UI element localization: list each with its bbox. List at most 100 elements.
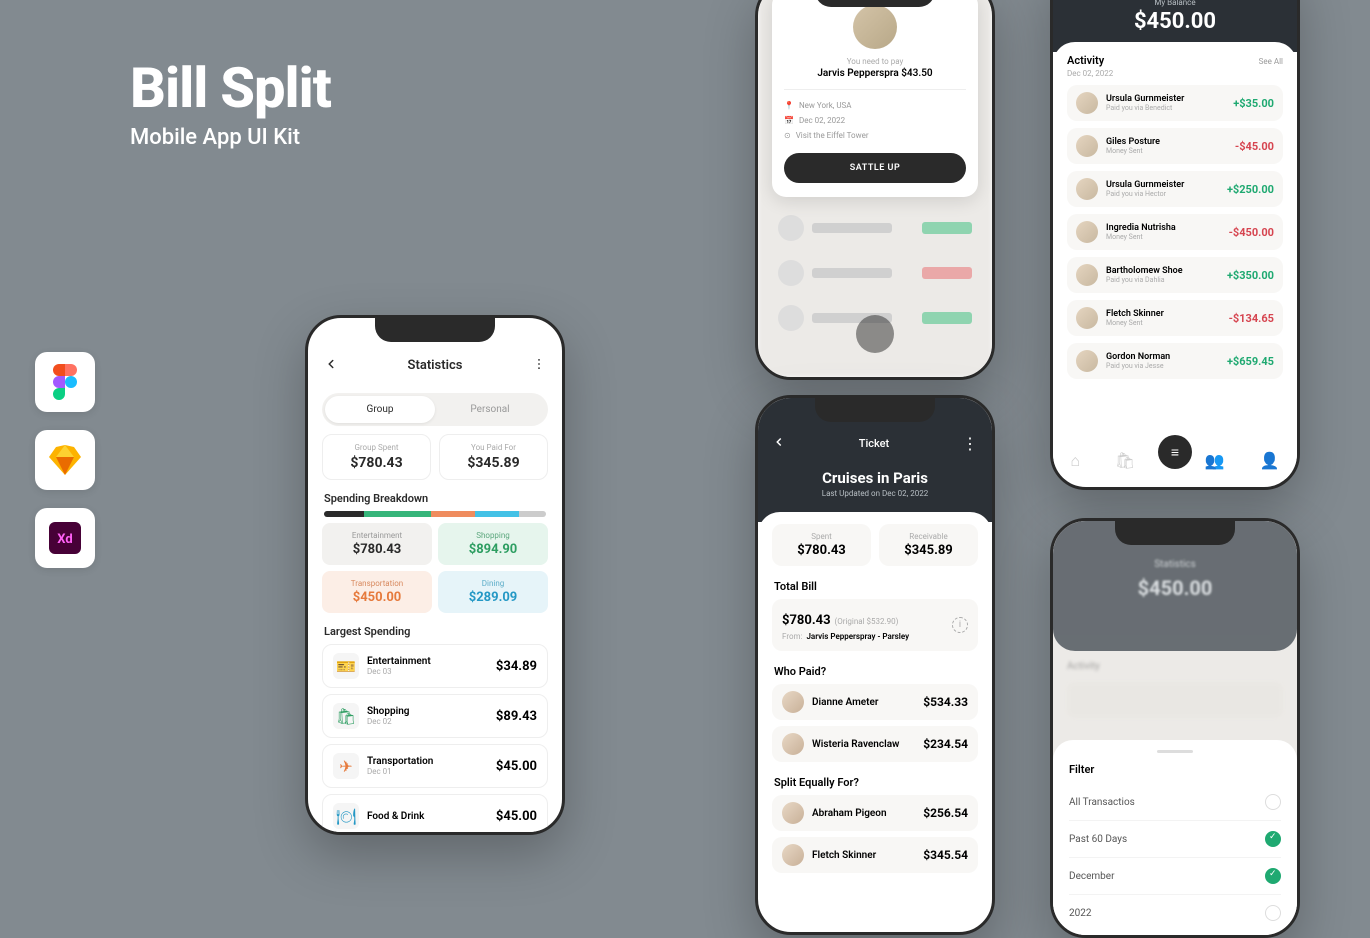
phone-notch — [1115, 521, 1235, 545]
from-name: Jarvis Pepperspray - Parsley — [806, 632, 909, 641]
more-icon[interactable]: ⋮ — [962, 434, 978, 453]
avatar — [1076, 221, 1098, 243]
avatar — [782, 844, 804, 866]
transportation-icon: ✈ — [333, 753, 359, 779]
avatar — [853, 5, 897, 49]
more-icon[interactable] — [532, 356, 546, 375]
fab-add[interactable] — [856, 315, 894, 353]
figma-badge — [35, 352, 95, 412]
activity-label: Activity — [1067, 54, 1104, 67]
avatar — [782, 733, 804, 755]
you-paid-card: You Paid For $345.89 — [439, 434, 548, 480]
settle-up-button[interactable]: SATTLE UP — [784, 153, 966, 183]
phone-activity: Statistics ⋮ My Balance $450.00 Activity… — [1050, 0, 1300, 490]
total-bill-card: $780.43 (Original $532.90) From:Jarvis P… — [772, 599, 978, 651]
hero-subtitle: Mobile App UI Kit — [130, 125, 331, 150]
location-icon: 📍 — [784, 101, 794, 110]
shopping-icon: 🛍 — [333, 703, 359, 729]
tab-switcher: Group Personal — [322, 393, 548, 426]
breakdown-title: Spending Breakdown — [324, 492, 546, 505]
food-icon: 🍽 — [333, 803, 359, 829]
radio-icon — [1265, 831, 1281, 847]
hero-heading: Bill Split — [130, 55, 331, 121]
phone-settle-up: You need to pay Jarvis Pepperspra $43.50… — [755, 0, 995, 380]
split-label: Split Equally For? — [774, 776, 976, 789]
see-all-link[interactable]: See All — [1259, 57, 1283, 66]
balance-label: My Balance — [1067, 0, 1283, 7]
receivable-card: Receivable$345.89 — [879, 524, 978, 566]
sheet-handle[interactable] — [1157, 750, 1193, 753]
avatar — [782, 691, 804, 713]
avatar — [1076, 350, 1098, 372]
activity-item[interactable]: Fletch SkinnerMoney Sent-$134.65 — [1067, 300, 1283, 336]
radio-icon — [1265, 905, 1281, 921]
home-icon[interactable]: ⌂ — [1070, 451, 1080, 471]
trip-name: Cruises in Paris — [772, 469, 978, 487]
avatar — [782, 802, 804, 824]
phone-notch — [375, 318, 495, 342]
activity-item[interactable]: Ingredia NutrishaMoney Sent-$450.00 — [1067, 214, 1283, 250]
category-dining[interactable]: Dining$289.09 — [438, 571, 548, 613]
profile-icon[interactable]: 👤 — [1260, 451, 1280, 471]
page-title: Ticket — [859, 437, 889, 450]
activity-item[interactable]: Gordon NormanPaid you via Jesse+$659.45 — [1067, 343, 1283, 379]
activity-item[interactable]: Bartholomew ShoePaid you via Dahlia+$350… — [1067, 257, 1283, 293]
group-spent-value: $780.43 — [331, 455, 422, 471]
group-spent-label: Group Spent — [331, 443, 422, 452]
original-amount: (Original $532.90) — [835, 617, 899, 626]
avatar — [1076, 264, 1098, 286]
balance-value: $450.00 — [1067, 9, 1283, 34]
spending-item[interactable]: 🍽 Food & Drink $45.00 — [322, 794, 548, 832]
category-entertainment[interactable]: Entertainment$780.43 — [322, 523, 432, 565]
need-to-pay-label: You need to pay — [784, 57, 966, 66]
group-spent-card: Group Spent $780.43 — [322, 434, 431, 480]
updated-label: Last Updated on Dec 02, 2022 — [772, 489, 978, 498]
tool-badges: Xd — [35, 352, 95, 568]
avatar — [1076, 135, 1098, 157]
shop-icon[interactable]: 🛍 — [1115, 451, 1135, 471]
person-item[interactable]: Wisteria Ravenclaw$234.54 — [772, 726, 978, 762]
filter-option[interactable]: Past 60 Days — [1069, 820, 1281, 857]
person-item[interactable]: Fletch Skinner$345.54 — [772, 837, 978, 873]
spent-card: Spent$780.43 — [772, 524, 871, 566]
users-icon[interactable]: 👥 — [1205, 451, 1225, 471]
avatar — [1076, 92, 1098, 114]
tab-group[interactable]: Group — [325, 396, 435, 423]
category-shopping[interactable]: Shopping$894.90 — [438, 523, 548, 565]
phone-notch — [815, 398, 935, 422]
person-item[interactable]: Dianne Ameter$534.33 — [772, 684, 978, 720]
phone-statistics: Statistics Group Personal Group Spent $7… — [305, 315, 565, 835]
calendar-icon: 📅 — [784, 116, 794, 125]
spending-item[interactable]: ✈ TransportationDec 01 $45.00 — [322, 744, 548, 788]
location-row: 📍New York, USA — [784, 98, 966, 113]
sketch-badge — [35, 430, 95, 490]
category-transportation[interactable]: Transportation$450.00 — [322, 571, 432, 613]
you-paid-label: You Paid For — [448, 443, 539, 452]
breakdown-bar — [324, 511, 546, 517]
tab-personal[interactable]: Personal — [435, 396, 545, 423]
xd-badge: Xd — [35, 508, 95, 568]
you-paid-value: $345.89 — [448, 455, 539, 471]
svg-text:Xd: Xd — [57, 532, 72, 547]
activity-item[interactable]: Ursula GurnmeisterPaid you via Benedict+… — [1067, 85, 1283, 121]
avatar — [1076, 307, 1098, 329]
info-icon[interactable]: i — [952, 617, 968, 633]
note-icon: ⊙ — [784, 131, 791, 140]
activity-item[interactable]: Giles PostureMoney Sent-$45.00 — [1067, 128, 1283, 164]
note-row: ⊙Visit the Eiffel Tower — [784, 128, 966, 143]
spending-item[interactable]: 🎫 EntertainmentDec 03 $34.89 — [322, 644, 548, 688]
spending-item[interactable]: 🛍 ShoppingDec 02 $89.43 — [322, 694, 548, 738]
fab-button[interactable]: ≡ — [1158, 435, 1192, 469]
avatar — [1076, 178, 1098, 200]
filter-sheet: Filter All TransactiosPast 60 DaysDecemb… — [1053, 740, 1297, 935]
radio-icon — [1265, 794, 1281, 810]
entertainment-icon: 🎫 — [333, 653, 359, 679]
total-bill-label: Total Bill — [774, 580, 976, 593]
activity-item[interactable]: Ursula GurnmeisterPaid you via Hector+$2… — [1067, 171, 1283, 207]
hero-title: Bill Split Mobile App UI Kit — [130, 55, 331, 150]
back-icon[interactable] — [772, 434, 786, 453]
back-icon[interactable] — [324, 356, 338, 375]
filter-option[interactable]: All Transactios — [1069, 784, 1281, 820]
filter-option[interactable]: December — [1069, 857, 1281, 894]
person-item[interactable]: Abraham Pigeon$256.54 — [772, 795, 978, 831]
